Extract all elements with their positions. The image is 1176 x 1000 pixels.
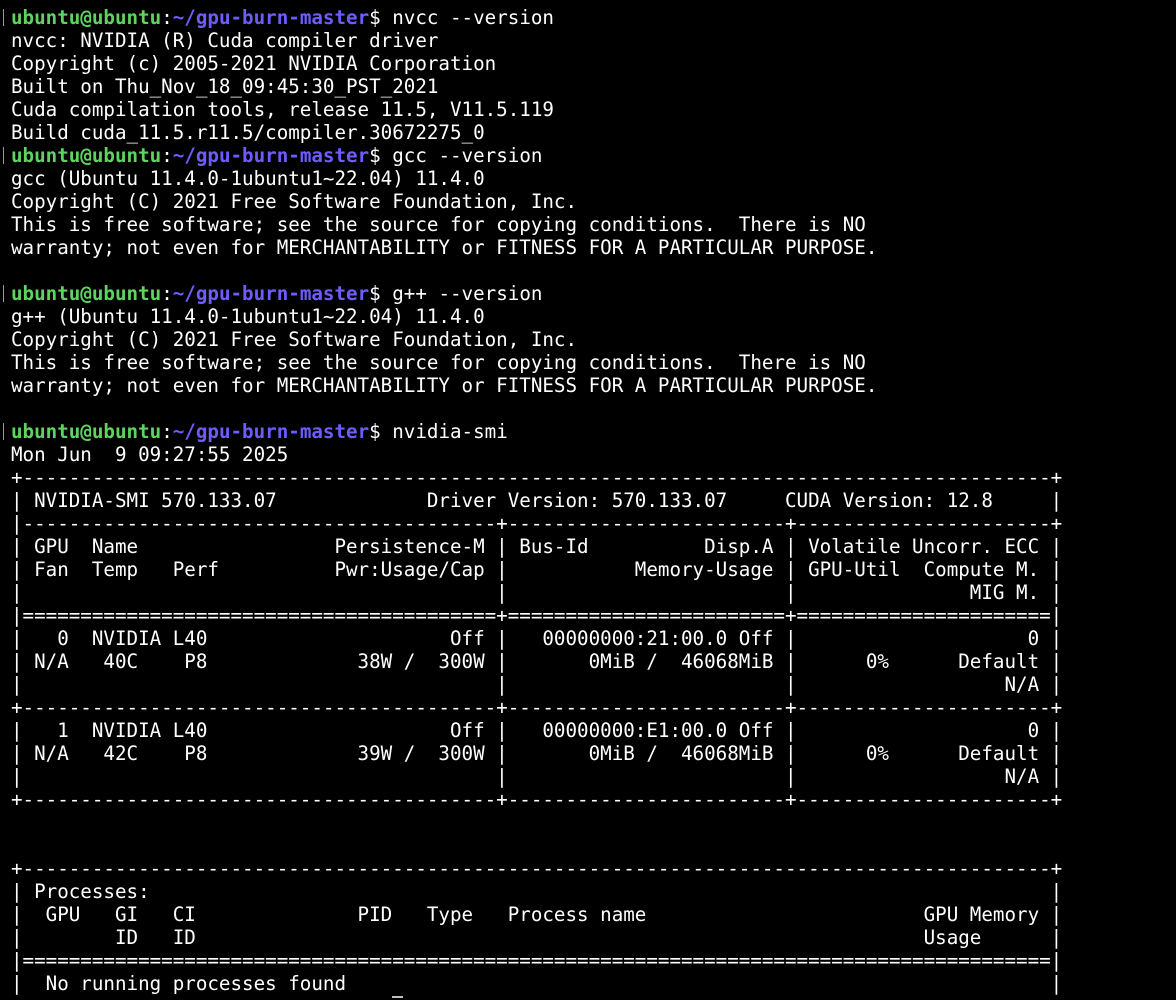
output-line: Copyright (C) 2021 Free Software Foundat… [11, 328, 578, 351]
output-line: +---------------------------------------… [11, 857, 1063, 880]
output-line: |=======================================… [11, 949, 1063, 972]
output-line: Copyright (C) 2021 Free Software Foundat… [11, 190, 578, 213]
output-line: | No running processes found | [11, 972, 1063, 995]
output-line: | N/A 40C P8 38W / 300W | 0MiB / 46068Mi… [11, 650, 1063, 673]
output-line: | | | MIG M. | [11, 581, 1063, 604]
prompt-path: ~/gpu-burn-master [172, 420, 370, 443]
prompt-mark [3, 9, 12, 26]
output-line: | GPU Name Persistence-M | Bus-Id Disp.A… [11, 535, 1063, 558]
prompt-command: gcc --version [392, 144, 543, 167]
output-line: | N/A 42C P8 39W / 300W | 0MiB / 46068Mi… [11, 742, 1063, 765]
prompt-path: ~/gpu-burn-master [172, 6, 370, 29]
output-line: warranty; not even for MERCHANTABILITY o… [11, 236, 878, 259]
output-line: | 1 NVIDIA L40 Off | 00000000:E1:00.0 Of… [11, 719, 1063, 742]
shell-prompt-line: ubuntu@ubuntu:~/gpu-burn-master$ nvidia-… [11, 420, 1176, 443]
output-line: | | | N/A | [11, 673, 1063, 696]
prompt-path: ~/gpu-burn-master [172, 282, 370, 305]
prompt-mark [3, 147, 12, 164]
output-line: | NVIDIA-SMI 570.133.07 Driver Version: … [11, 489, 1063, 512]
output-line: +---------------------------------------… [11, 788, 1063, 811]
output-line: +---------------------------------------… [11, 995, 1176, 1000]
output-line: |---------------------------------------… [11, 512, 1063, 535]
output-line: gcc (Ubuntu 11.4.0-1ubuntu1~22.04) 11.4.… [11, 167, 485, 190]
output-line: |=======================================… [11, 604, 1063, 627]
terminal-window[interactable]: ubuntu@ubuntu:~/gpu-burn-master$ nvcc --… [0, 0, 1176, 1000]
text-cursor [392, 996, 403, 998]
output-line: This is free software; see the source fo… [11, 213, 866, 236]
output-line: | Processes: | [11, 880, 1063, 903]
prompt-user-host: ubuntu@ubuntu [11, 282, 162, 305]
output-line: warranty; not even for MERCHANTABILITY o… [11, 374, 878, 397]
prompt-symbol: $ [369, 6, 393, 29]
output-line: Copyright (c) 2005-2021 NVIDIA Corporati… [11, 52, 497, 75]
output-line: Cuda compilation tools, release 11.5, V1… [11, 98, 554, 121]
prompt-symbol: $ [369, 420, 393, 443]
output-line: | | | N/A | [11, 765, 1063, 788]
output-line: Mon Jun 9 09:27:55 2025 [11, 443, 289, 466]
output-line: | Fan Temp Perf Pwr:Usage/Cap | Memory-U… [11, 558, 1063, 581]
output-line: +---------------------------------------… [11, 466, 1063, 489]
shell-prompt-line: ubuntu@ubuntu:~/gpu-burn-master$ gcc --v… [11, 144, 1176, 167]
prompt-separator: : [161, 6, 173, 29]
output-line: nvcc: NVIDIA (R) Cuda compiler driver [11, 29, 439, 52]
output-line: | GPU GI CI PID Type Process name GPU Me… [11, 903, 1063, 926]
prompt-separator: : [161, 282, 173, 305]
prompt-command: nvcc --version [392, 6, 554, 29]
prompt-symbol: $ [369, 144, 393, 167]
output-line: | 0 NVIDIA L40 Off | 00000000:21:00.0 Of… [11, 627, 1063, 650]
prompt-path: ~/gpu-burn-master [172, 144, 370, 167]
prompt-mark [3, 423, 12, 440]
prompt-separator: : [161, 420, 173, 443]
prompt-command: g++ --version [392, 282, 543, 305]
prompt-user-host: ubuntu@ubuntu [11, 6, 162, 29]
output-line: This is free software; see the source fo… [11, 351, 866, 374]
prompt-separator: : [161, 144, 173, 167]
prompt-command: nvidia-smi [392, 420, 508, 443]
prompt-mark [3, 285, 12, 302]
prompt-user-host: ubuntu@ubuntu [11, 144, 162, 167]
prompt-symbol: $ [369, 282, 393, 305]
shell-prompt-line: ubuntu@ubuntu:~/gpu-burn-master$ nvcc --… [11, 6, 1176, 29]
output-line: | ID ID Usage | [11, 926, 1063, 949]
shell-prompt-line: ubuntu@ubuntu:~/gpu-burn-master$ g++ --v… [11, 282, 1176, 305]
output-line: g++ (Ubuntu 11.4.0-1ubuntu1~22.04) 11.4.… [11, 305, 485, 328]
output-line: Build cuda_11.5.r11.5/compiler.30672275_… [11, 121, 485, 144]
output-line: Built on Thu_Nov_18_09:45:30_PST_2021 [11, 75, 439, 98]
output-line: +---------------------------------------… [11, 696, 1063, 719]
prompt-user-host: ubuntu@ubuntu [11, 420, 162, 443]
